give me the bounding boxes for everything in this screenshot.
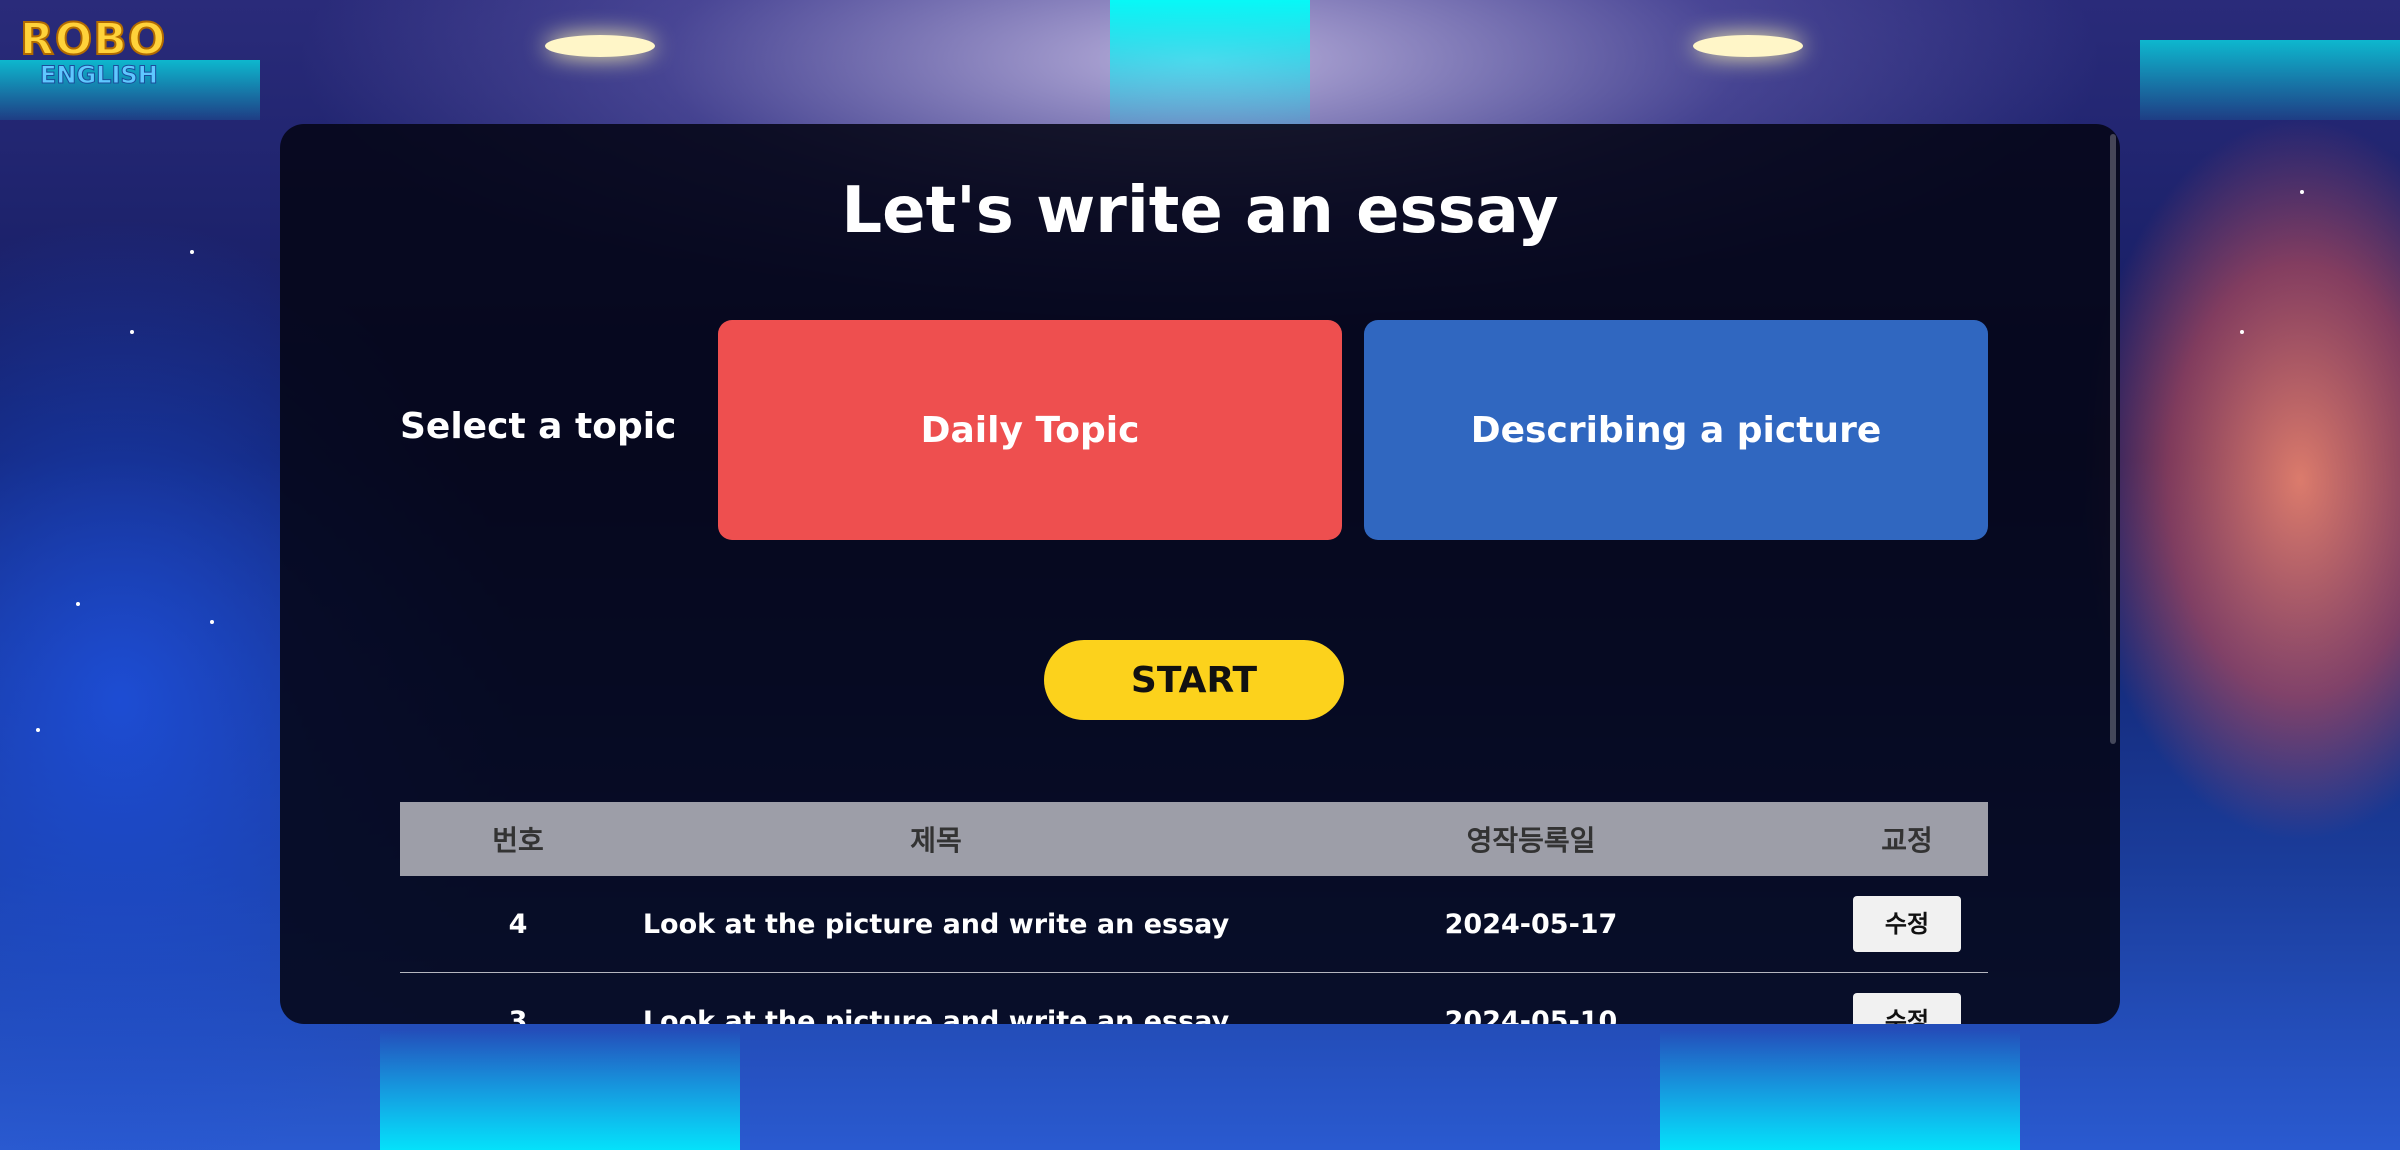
logo-top-text: ROBO (19, 14, 167, 65)
header-edit: 교정 (1881, 824, 1933, 857)
ceiling-light (1693, 35, 1803, 57)
floor-glow (380, 1030, 740, 1150)
row-title[interactable]: Look at the picture and write an essay (636, 909, 1236, 940)
star (130, 330, 134, 334)
row-date: 2024-05-10 (1444, 1005, 1618, 1025)
start-label: START (1130, 659, 1258, 701)
daily-topic-label: Daily Topic (920, 409, 1140, 451)
row-number: 3 (508, 1005, 528, 1025)
daily-topic-button[interactable]: Daily Topic (718, 320, 1342, 540)
edit-button[interactable]: 수정 (1853, 993, 1961, 1024)
ceiling-light (545, 35, 655, 57)
header-title: 제목 (910, 824, 962, 857)
header-date: 영작등록일 (1466, 824, 1596, 857)
cyan-light-beam (2140, 40, 2400, 120)
star (2240, 330, 2244, 334)
select-topic-label: Select a topic (400, 406, 677, 447)
table-row: 4 Look at the picture and write an essay… (400, 876, 1988, 973)
row-title[interactable]: Look at the picture and write an essay (636, 1006, 1236, 1025)
start-button[interactable]: START (1044, 640, 1344, 720)
row-edit-cell: 수정 (1826, 993, 1988, 1024)
header-number: 번호 (492, 824, 544, 857)
star (36, 728, 40, 732)
essay-table: 번호 제목 영작등록일 교정 4 Look at the picture and… (400, 802, 1988, 1024)
describing-picture-label: Describing a picture (1470, 409, 1882, 451)
logo-bottom-text: ENGLISH (40, 61, 159, 89)
star (190, 250, 194, 254)
star (76, 602, 80, 606)
essay-panel: Let's write an essay Select a topic Dail… (280, 124, 2120, 1024)
table-header: 번호 제목 영작등록일 교정 (400, 802, 1988, 876)
robo-english-logo[interactable]: ROBO ENGLISH (19, 14, 180, 98)
floor-glow (1660, 1030, 2020, 1150)
cyan-light-beam (1110, 0, 1310, 130)
row-date: 2024-05-17 (1444, 908, 1618, 940)
row-edit-cell: 수정 (1826, 896, 1988, 952)
page-title: Let's write an essay (841, 174, 1559, 248)
describing-picture-button[interactable]: Describing a picture (1364, 320, 1988, 540)
table-row: 3 Look at the picture and write an essay… (400, 973, 1988, 1024)
star (2300, 190, 2304, 194)
row-number: 4 (508, 908, 528, 940)
star (210, 620, 214, 624)
edit-button[interactable]: 수정 (1853, 896, 1961, 952)
